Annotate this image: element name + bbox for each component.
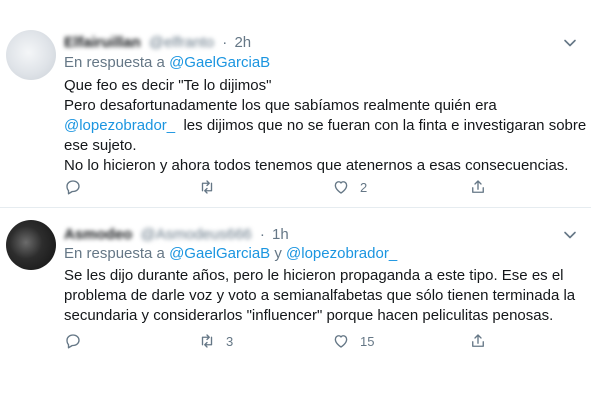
avatar[interactable]	[6, 220, 56, 270]
tweet-header: Asmodeo @Asmodeus666 · 1h	[64, 226, 289, 243]
like-icon	[334, 181, 348, 194]
share-button[interactable]	[469, 178, 487, 196]
like-button[interactable]: 2	[332, 178, 367, 196]
caret-down-icon[interactable]	[563, 36, 577, 50]
separator-dot: ·	[259, 226, 265, 243]
separator-dot: ·	[222, 34, 228, 51]
tweet-actions: 3 15	[64, 332, 504, 352]
tweet-2[interactable]: Asmodeo @Asmodeus666 · 1h En respuesta a…	[0, 208, 591, 409]
reply-mention[interactable]: @GaelGarciaB	[169, 54, 270, 71]
share-button[interactable]	[469, 332, 487, 350]
like-button[interactable]: 15	[332, 332, 374, 350]
retweet-count: 3	[226, 333, 234, 349]
avatar[interactable]	[6, 30, 56, 80]
reply-joiner: y	[274, 245, 282, 262]
tweet-header: Elfairuillan @elfranto · 2h	[64, 34, 251, 51]
reply-icon	[66, 180, 80, 195]
caret-down-icon[interactable]	[563, 228, 577, 242]
timestamp[interactable]: 1h	[272, 226, 289, 243]
tweet-line: Que feo es decir "Te lo dijimos"	[64, 77, 272, 94]
tweet-line-rest: les dijimos que no se fueran con la fint…	[175, 117, 587, 134]
tweet-line: secundaria y considerarlos "influencer" …	[64, 307, 554, 324]
tweet-actions: 2	[64, 178, 504, 198]
like-count: 15	[360, 333, 375, 349]
tweet-line: ese sujeto.	[64, 137, 137, 154]
reply-icon	[66, 334, 80, 349]
author-handle[interactable]: @elfranto	[149, 34, 214, 51]
author-handle[interactable]: @Asmodeus666	[141, 226, 252, 243]
reply-context: En respuesta a @GaelGarciaB	[64, 54, 270, 71]
like-count: 2	[360, 179, 368, 195]
retweet-icon	[201, 334, 213, 348]
tweet-line: @lopezobrador_ les dijimos que no se fue…	[64, 116, 587, 136]
reply-mention[interactable]: @GaelGarciaB	[169, 245, 270, 262]
tweet-line: problema de darle voz y voto a semianalf…	[64, 287, 576, 304]
share-icon	[472, 334, 484, 347]
reply-context: En respuesta a @GaelGarciaB y @lopezobra…	[64, 245, 397, 262]
author-name[interactable]: Elfairuillan	[64, 34, 141, 51]
reply-prefix: En respuesta a	[64, 54, 165, 71]
like-icon	[334, 335, 348, 348]
reply-prefix: En respuesta a	[64, 245, 165, 262]
reply-button[interactable]	[64, 332, 92, 350]
tweet-line: Se les dijo durante años, pero le hicier…	[64, 267, 564, 284]
tweet-1[interactable]: Elfairuillan @elfranto · 2h En respuesta…	[0, 0, 591, 208]
retweet-button[interactable]: 3	[198, 332, 233, 350]
retweet-button[interactable]	[198, 178, 226, 196]
tweet-text: Se les dijo durante años, pero le hicier…	[64, 266, 584, 326]
retweet-icon	[201, 180, 213, 194]
author-name[interactable]: Asmodeo	[64, 226, 132, 243]
tweet-line: No lo hicieron y ahora todos tenemos que…	[64, 157, 569, 174]
mention-link[interactable]: @lopezobrador_	[64, 117, 175, 134]
reply-mention[interactable]: @lopezobrador_	[286, 245, 397, 262]
reply-button[interactable]	[64, 178, 92, 196]
timestamp[interactable]: 2h	[234, 34, 251, 51]
tweet-line: Pero desafortunadamente los que sabíamos…	[64, 97, 497, 114]
share-icon	[472, 180, 484, 193]
tweet-text: Que feo es decir "Te lo dijimos" Pero de…	[64, 76, 587, 176]
